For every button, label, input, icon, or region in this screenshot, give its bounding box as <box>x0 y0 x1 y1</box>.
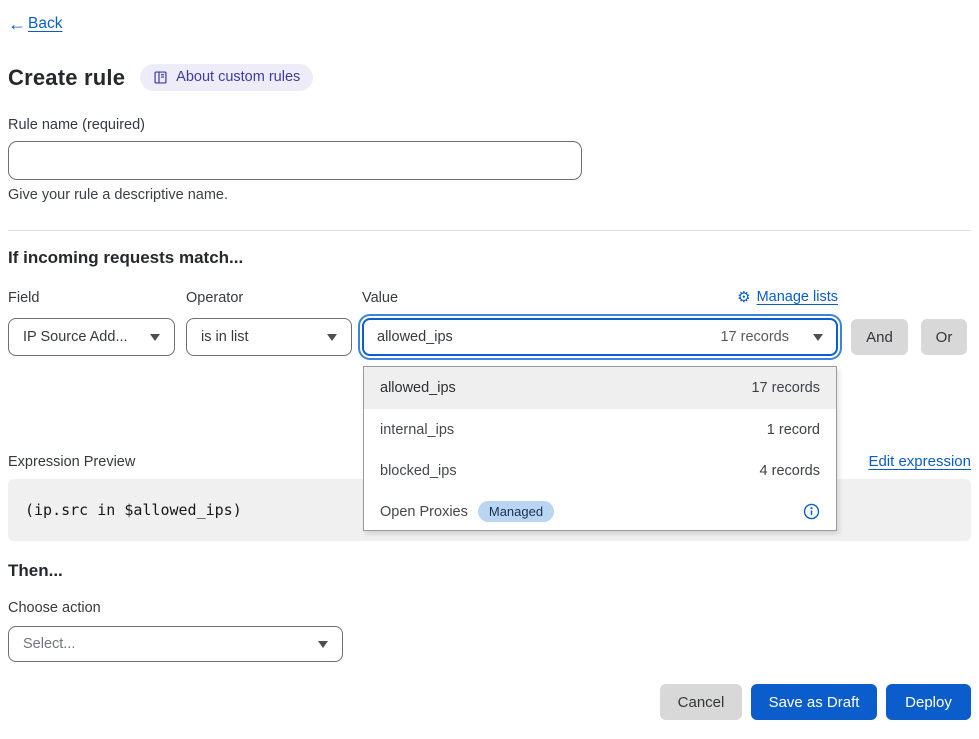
list-option-open-proxies[interactable]: Open Proxies Managed <box>364 491 836 532</box>
field-label: Field <box>8 290 39 306</box>
deploy-button[interactable]: Deploy <box>886 684 971 720</box>
edit-expression-link[interactable]: Edit expression <box>868 453 971 470</box>
section-divider <box>8 230 971 231</box>
expression-preview-label: Expression Preview <box>8 454 135 470</box>
page-title: Create rule <box>8 65 125 91</box>
operator-select[interactable]: is in list <box>186 318 352 356</box>
rule-name-helper-text: Give your rule a descriptive name. <box>8 187 228 203</box>
list-option-record-count: 1 record <box>767 422 820 438</box>
list-option-record-count: 4 records <box>760 463 820 479</box>
list-option-allowed-ips[interactable]: allowed_ips 17 records <box>364 367 836 409</box>
rule-name-label: Rule name (required) <box>8 117 145 133</box>
list-option-name: blocked_ips <box>380 463 457 479</box>
chevron-down-icon <box>327 334 337 341</box>
value-select-record-count: 17 records <box>720 329 789 345</box>
managed-badge: Managed <box>478 501 554 522</box>
list-option-blocked-ips[interactable]: blocked_ips 4 records <box>364 450 836 491</box>
value-select-value: allowed_ips <box>377 329 453 345</box>
about-custom-rules-badge[interactable]: About custom rules <box>140 64 313 91</box>
chevron-down-icon <box>318 641 328 648</box>
book-icon <box>153 70 168 85</box>
operator-label: Operator <box>186 290 243 306</box>
action-select-placeholder: Select... <box>23 636 75 652</box>
field-select[interactable]: IP Source Add... <box>8 318 175 356</box>
then-section-heading: Then... <box>8 561 63 581</box>
list-dropdown-panel: allowed_ips 17 records internal_ips 1 re… <box>363 366 837 531</box>
back-link-label: Back <box>28 15 62 33</box>
info-icon[interactable] <box>803 503 820 520</box>
back-link[interactable]: ← Back <box>8 15 62 33</box>
choose-action-label: Choose action <box>8 600 101 616</box>
list-option-record-count: 17 records <box>751 380 820 396</box>
gear-icon: ⚙︎ <box>737 290 750 305</box>
and-button[interactable]: And <box>851 319 908 355</box>
chevron-down-icon <box>813 334 823 341</box>
action-select[interactable]: Select... <box>8 626 343 662</box>
field-select-value: IP Source Add... <box>23 329 128 345</box>
list-option-name: internal_ips <box>380 422 454 438</box>
value-select[interactable]: allowed_ips 17 records <box>362 318 838 356</box>
list-option-name: allowed_ips <box>380 380 456 396</box>
title-row: Create rule About custom rules <box>8 64 313 91</box>
list-option-internal-ips[interactable]: internal_ips 1 record <box>364 409 836 450</box>
value-label: Value <box>362 290 398 306</box>
operator-select-value: is in list <box>201 329 249 345</box>
list-option-name: Open Proxies <box>380 504 468 520</box>
manage-lists-label: Manage lists <box>757 289 838 305</box>
rule-name-input[interactable] <box>8 141 582 180</box>
manage-lists-link[interactable]: ⚙︎ Manage lists <box>737 289 838 305</box>
save-as-draft-button[interactable]: Save as Draft <box>751 684 877 720</box>
match-section-heading: If incoming requests match... <box>8 248 243 268</box>
back-arrow-icon: ← <box>8 15 26 33</box>
expression-code: (ip.src in $allowed_ips) <box>25 501 242 519</box>
about-badge-label: About custom rules <box>176 69 300 85</box>
cancel-button[interactable]: Cancel <box>660 684 742 720</box>
or-button[interactable]: Or <box>921 319 967 355</box>
chevron-down-icon <box>150 334 160 341</box>
